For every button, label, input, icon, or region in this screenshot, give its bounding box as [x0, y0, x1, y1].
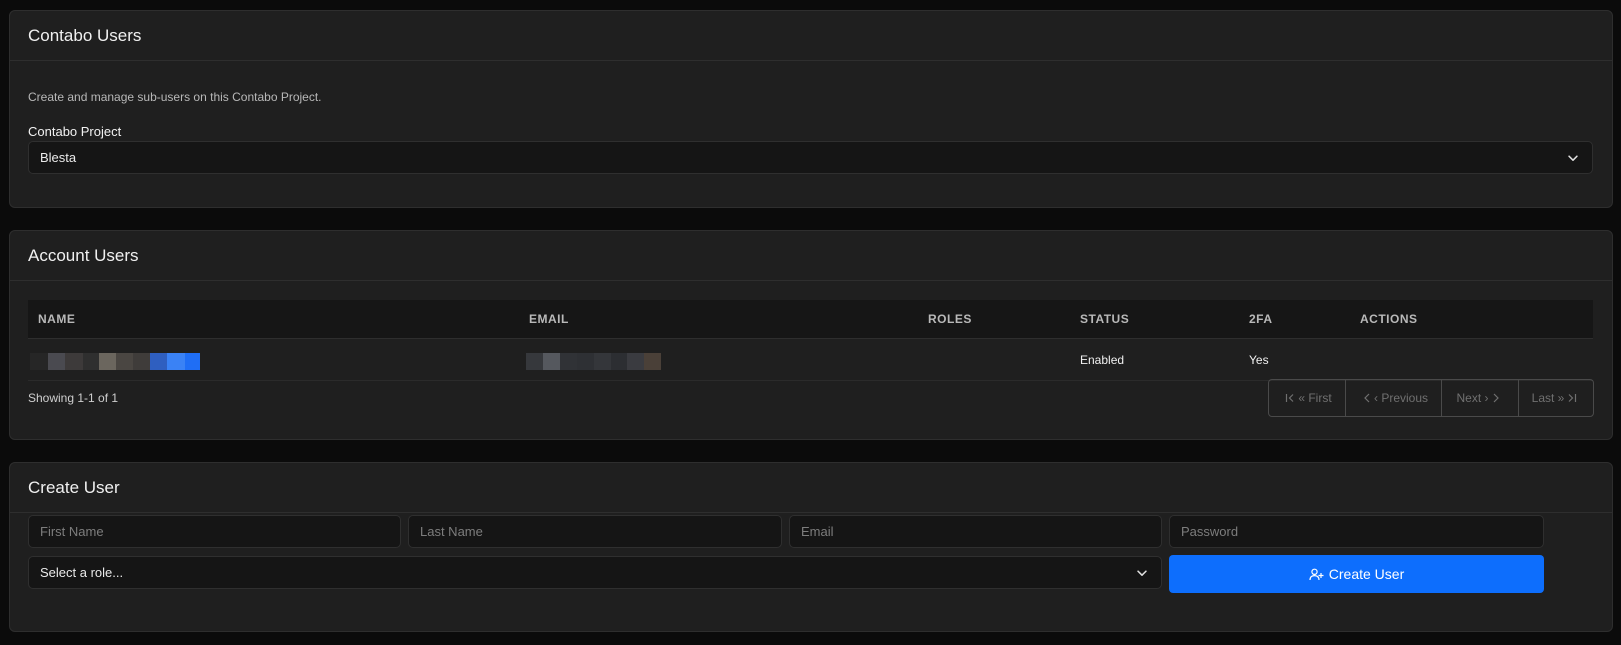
pagination-first-label: « First [1298, 391, 1332, 405]
contabo-project-select[interactable]: Blesta [28, 141, 1593, 174]
pagination: « First ‹ Previous Next › Last » [1268, 379, 1594, 417]
chevron-down-icon [1568, 154, 1578, 161]
pagination-summary: Showing 1-1 of 1 [28, 391, 119, 405]
contabo-project-selected-value: Blesta [40, 150, 77, 165]
contabo-users-card: Contabo Users Create and manage sub-user… [9, 10, 1613, 208]
create-user-button-label: Create User [1328, 566, 1405, 582]
user-2fa: Yes [1249, 353, 1269, 367]
chevron-left-icon [1364, 393, 1370, 403]
create-user-card: Create User Select a role... Create User [9, 462, 1613, 632]
contabo-users-description: Create and manage sub-users on this Cont… [28, 90, 322, 104]
user-plus-icon [1309, 568, 1324, 580]
column-header-roles[interactable]: ROLES [928, 300, 972, 339]
user-status: Enabled [1080, 353, 1125, 367]
create-user-title: Create User [10, 463, 1612, 513]
first-name-input[interactable] [28, 515, 401, 548]
password-input[interactable] [1169, 515, 1544, 548]
role-select[interactable]: Select a role... [28, 556, 1162, 589]
account-users-title: Account Users [10, 231, 1612, 281]
contabo-users-title: Contabo Users [10, 11, 1612, 61]
pagination-last-button[interactable]: Last » [1518, 380, 1593, 416]
redacted-user-email [526, 353, 661, 370]
redacted-user-name [30, 353, 200, 370]
table-row: Enabled Yes [28, 339, 1593, 381]
last-page-icon [1568, 394, 1577, 402]
column-header-name[interactable]: NAME [38, 300, 75, 339]
pagination-first-button[interactable]: « First [1269, 380, 1345, 416]
column-header-actions: ACTIONS [1360, 312, 1418, 326]
role-select-value: Select a role... [40, 565, 124, 580]
create-user-button[interactable]: Create User [1169, 555, 1544, 593]
pagination-next-button[interactable]: Next › [1441, 380, 1518, 416]
account-users-card: Account Users NAME EMAIL ROLES STATUS 2F… [9, 230, 1613, 440]
chevron-down-icon [1137, 569, 1147, 576]
column-header-email[interactable]: EMAIL [529, 300, 569, 339]
chevron-right-icon [1493, 393, 1499, 403]
email-input[interactable] [789, 515, 1162, 548]
pagination-last-label: Last » [1531, 391, 1565, 405]
last-name-input[interactable] [408, 515, 782, 548]
column-header-status[interactable]: STATUS [1080, 300, 1129, 339]
contabo-project-label: Contabo Project [28, 124, 122, 139]
pagination-previous-label: ‹ Previous [1373, 391, 1429, 405]
users-table-header: NAME EMAIL ROLES STATUS 2FA ACTIONS [28, 300, 1593, 339]
first-page-icon [1286, 394, 1294, 402]
pagination-next-label: Next › [1456, 391, 1489, 405]
pagination-previous-button[interactable]: ‹ Previous [1345, 380, 1441, 416]
column-header-2fa[interactable]: 2FA [1249, 300, 1273, 339]
